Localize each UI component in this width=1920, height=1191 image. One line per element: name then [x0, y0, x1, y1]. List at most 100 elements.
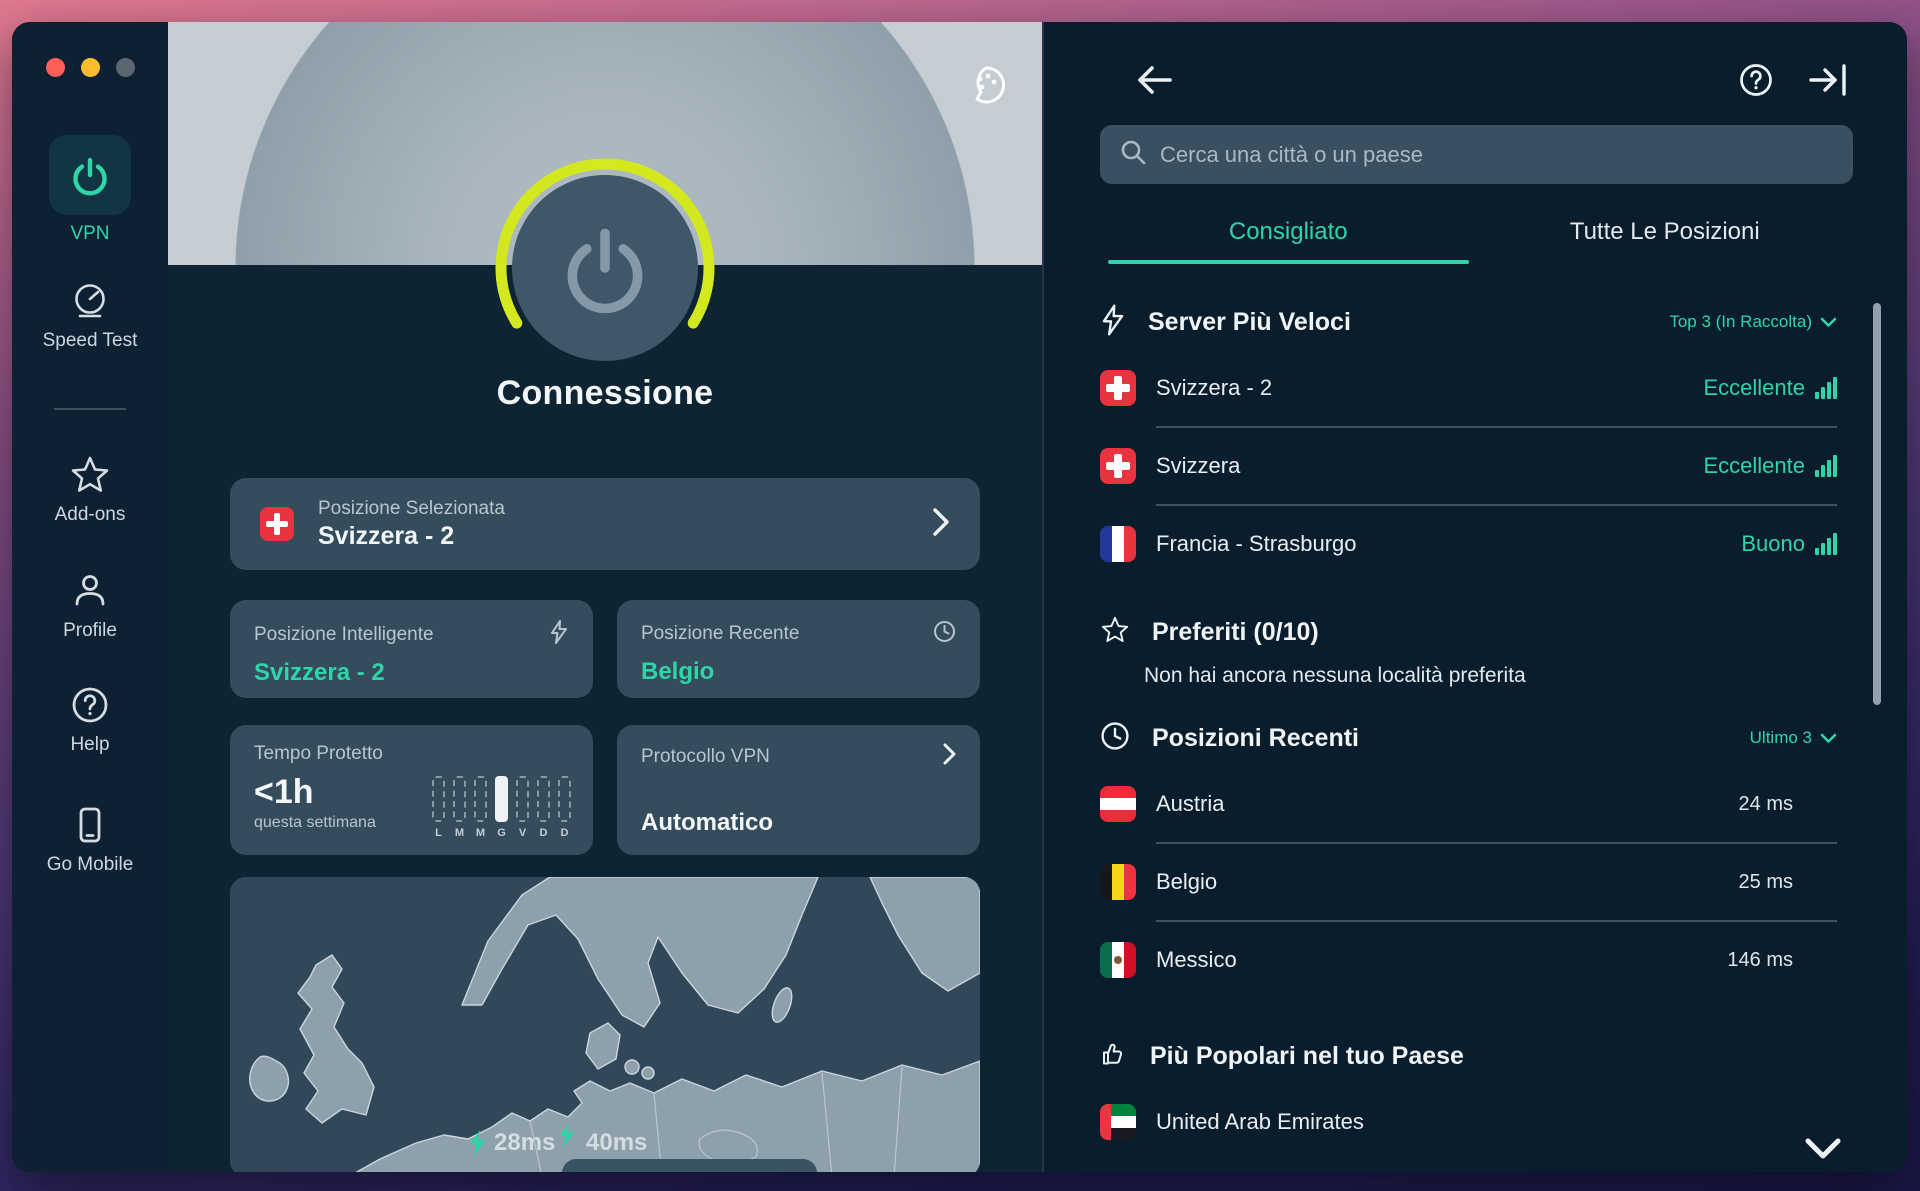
map-tooltip-pill [562, 1159, 817, 1172]
fastest-filter-dropdown[interactable]: Top 3 (In Raccolta) [1669, 312, 1837, 332]
latency-value: 146 ms [1727, 948, 1793, 971]
austria-flag-icon [1100, 786, 1136, 822]
vpn-app-window: VPN Speed Test Add-ons Profile Help Go M… [12, 22, 1907, 1172]
help-icon[interactable] [1737, 61, 1775, 99]
chevron-right-icon [943, 743, 956, 770]
lightning-icon [1100, 304, 1126, 341]
selected-location-label: Posizione Selezionata [318, 497, 505, 519]
sidebar-item-label: Add-ons [54, 504, 126, 525]
phone-icon [69, 804, 111, 846]
weekly-usage-chart: L M M G V D D [432, 776, 571, 839]
exit-panel-icon[interactable] [1809, 63, 1849, 97]
search-bar [1100, 125, 1853, 184]
connect-power-button[interactable] [512, 175, 698, 361]
speedometer-icon [69, 280, 111, 322]
sidebar-item-label: Profile [63, 620, 117, 641]
thumbs-up-icon [1100, 1040, 1128, 1073]
status-badge: Buono [1741, 531, 1837, 557]
switzerland-flag-icon [1100, 370, 1136, 406]
protocol-value: Automatico [641, 809, 773, 836]
recent-row[interactable]: Austria 24 ms [1100, 766, 1837, 842]
scroll-down-chevron-icon[interactable] [1805, 1138, 1841, 1160]
window-controls [46, 58, 135, 77]
back-arrow-icon[interactable] [1134, 64, 1174, 96]
sidebar-item-vpn[interactable]: VPN [12, 135, 168, 245]
lightning-icon [558, 1123, 576, 1152]
tab-tutte-le-posizioni[interactable]: Tutte Le Posizioni [1477, 218, 1854, 264]
belgium-flag-icon [1100, 864, 1136, 900]
signal-bars-icon [1815, 377, 1837, 399]
uae-flag-icon [1100, 1104, 1136, 1140]
lightning-icon [549, 620, 569, 649]
clock-icon [933, 620, 956, 648]
section-title: Preferiti (0/10) [1152, 617, 1319, 646]
minimize-button[interactable] [81, 58, 100, 77]
recent-location-card: Posizione Recente Belgio [617, 600, 980, 698]
favorites-empty-text: Non hai ancora nessuna località preferit… [1144, 664, 1526, 687]
star-icon [1100, 615, 1130, 650]
person-icon [69, 570, 111, 612]
mexico-flag-icon [1100, 942, 1136, 978]
server-row[interactable]: Svizzera - 2 Eccellente [1100, 350, 1837, 426]
location-tabs: Consigliato Tutte Le Posizioni [1100, 218, 1853, 264]
sidebar-item-speed-test[interactable]: Speed Test [12, 280, 168, 352]
latency-value: 24 ms [1738, 792, 1793, 815]
sidebar-item-help[interactable]: Help [12, 684, 168, 756]
recents-filter-dropdown[interactable]: Ultimo 3 [1750, 728, 1837, 748]
lightning-icon [470, 1130, 486, 1156]
sidebar: VPN Speed Test Add-ons Profile Help Go M… [12, 22, 168, 1172]
server-row[interactable]: Francia - Strasburgo Buono [1100, 506, 1837, 582]
search-input[interactable] [1160, 141, 1833, 168]
sidebar-item-label: VPN [70, 223, 110, 244]
theme-palette-icon[interactable] [963, 62, 1009, 108]
signal-bars-icon [1815, 455, 1837, 477]
recent-location-value: Belgio [641, 658, 715, 685]
sidebar-item-label: Speed Test [42, 330, 138, 351]
popular-header: Più Popolari nel tuo Paese [1100, 1028, 1837, 1084]
server-row[interactable]: Svizzera Eccellente [1100, 428, 1837, 504]
clock-icon [1100, 721, 1130, 756]
switzerland-flag-icon [260, 507, 294, 541]
zoom-button[interactable] [116, 58, 135, 77]
close-button[interactable] [46, 58, 65, 77]
search-icon [1120, 139, 1146, 170]
section-title: Server Più Veloci [1148, 307, 1351, 336]
smart-location-label: Posizione Intelligente [254, 623, 434, 645]
selected-location-card[interactable]: Posizione Selezionata Svizzera - 2 [230, 478, 980, 570]
latency-value: 25 ms [1738, 870, 1793, 893]
signal-bars-icon [1815, 533, 1837, 555]
smart-location-card: Posizione Intelligente Svizzera - 2 [230, 600, 593, 698]
popular-row[interactable]: United Arab Emirates [1100, 1084, 1837, 1160]
protected-time-card: Tempo Protetto <1h questa settimana L M … [230, 725, 593, 855]
favorites-header: Preferiti (0/10) [1100, 604, 1837, 660]
sidebar-divider [54, 408, 126, 410]
fastest-servers-header: Server Più Veloci Top 3 (In Raccolta) [1100, 294, 1837, 350]
locations-panel: Consigliato Tutte Le Posizioni Server Pi… [1042, 22, 1907, 1172]
connection-status-title: Connessione [496, 374, 714, 412]
sidebar-item-go-mobile[interactable]: Go Mobile [12, 804, 168, 876]
sidebar-item-label: Help [70, 734, 110, 755]
latency-marker-partial: 40ms [586, 1129, 648, 1156]
scrollbar-thumb[interactable] [1873, 303, 1881, 705]
chevron-down-icon [1820, 317, 1837, 327]
vpn-protocol-card[interactable]: Protocollo VPN Automatico [617, 725, 980, 855]
smart-location-value: Svizzera - 2 [254, 659, 385, 686]
locations-list: Server Più Veloci Top 3 (In Raccolta) Sv… [1100, 294, 1837, 1160]
recent-row[interactable]: Belgio 25 ms [1100, 844, 1837, 920]
power-icon [49, 135, 131, 215]
latency-marker: 28ms [468, 1129, 555, 1157]
status-badge: Eccellente [1703, 375, 1837, 401]
selected-location-value: Svizzera - 2 [318, 521, 455, 550]
star-icon [69, 454, 111, 496]
recent-row[interactable]: Messico 146 ms [1100, 922, 1837, 998]
protected-time-label: Tempo Protetto [254, 743, 383, 764]
tab-consigliato[interactable]: Consigliato [1100, 218, 1477, 264]
protocol-label: Protocollo VPN [641, 745, 770, 767]
switzerland-flag-icon [1100, 448, 1136, 484]
status-badge: Eccellente [1703, 453, 1837, 479]
sidebar-item-label: Go Mobile [46, 854, 134, 875]
sidebar-item-add-ons[interactable]: Add-ons [12, 454, 168, 526]
section-title: Più Popolari nel tuo Paese [1150, 1041, 1464, 1070]
sidebar-item-profile[interactable]: Profile [12, 570, 168, 642]
map: 28ms 40ms [230, 877, 980, 1172]
